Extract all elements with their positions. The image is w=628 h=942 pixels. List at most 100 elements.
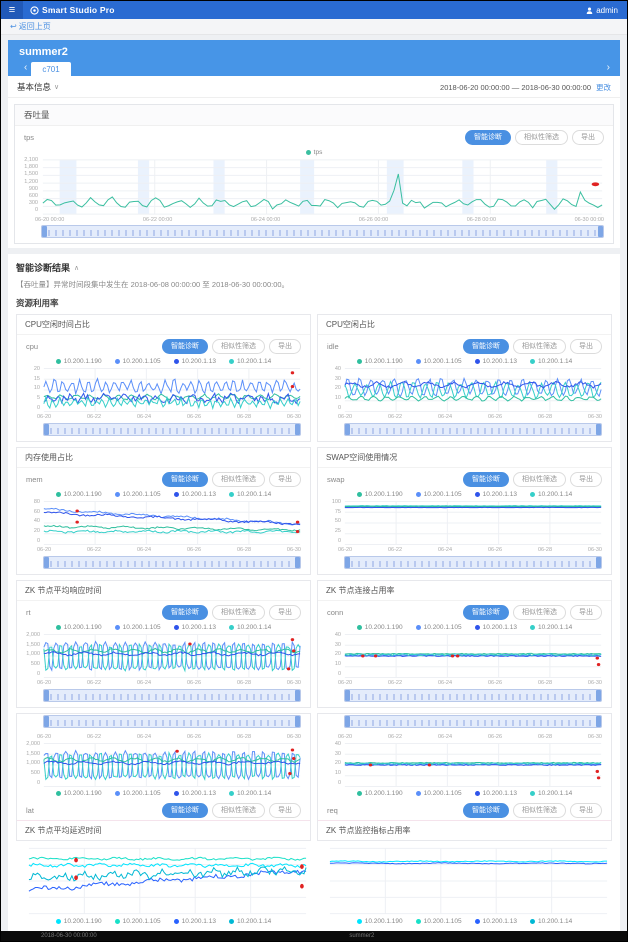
- legend-item[interactable]: 10.200.1.105: [416, 918, 462, 925]
- hamburger-menu-icon[interactable]: ≡: [1, 1, 23, 19]
- similarity-filter-button[interactable]: 相似性筛选: [212, 339, 265, 354]
- slider-left-handle[interactable]: [345, 557, 350, 568]
- datazoom-slider[interactable]: [344, 715, 602, 728]
- chart-legend[interactable]: 10.200.1.19010.200.1.10510.200.1.1310.20…: [318, 356, 611, 367]
- similarity-filter-button[interactable]: 相似性筛选: [212, 605, 265, 620]
- chart-legend[interactable]: 10.200.1.190 10.200.1.105 10.200.1.13 10.20…: [17, 356, 310, 367]
- chart-canvas[interactable]: [43, 500, 301, 546]
- change-range-link[interactable]: 更改: [596, 82, 611, 93]
- legend-item[interactable]: 10.200.1.13: [475, 918, 517, 925]
- similarity-filter-button[interactable]: 相似性筛选: [513, 803, 566, 818]
- line-chart[interactable]: [43, 633, 301, 679]
- legend-item[interactable]: 10.200.1.14: [229, 790, 271, 797]
- legend-item[interactable]: 10.200.1.105: [115, 491, 161, 498]
- line-chart[interactable]: [43, 742, 301, 788]
- legend-item[interactable]: 10.200.1.14: [530, 358, 572, 365]
- slider-left-handle[interactable]: [345, 716, 350, 727]
- chart-legend[interactable]: 10.200.1.19010.200.1.10510.200.1.1310.20…: [16, 916, 311, 927]
- line-chart[interactable]: [344, 742, 602, 788]
- export-button[interactable]: 导出: [269, 472, 301, 487]
- chart-legend[interactable]: 10.200.1.19010.200.1.10510.200.1.1310.20…: [17, 788, 310, 799]
- slider-left-handle[interactable]: [42, 226, 47, 237]
- line-chart[interactable]: [329, 846, 608, 916]
- datazoom-slider[interactable]: [41, 225, 604, 238]
- legend-item[interactable]: 10.200.1.14: [229, 358, 271, 365]
- smart-diagnose-button[interactable]: 智能诊断: [463, 803, 509, 818]
- chart-canvas[interactable]: [28, 846, 307, 916]
- collapse-icon[interactable]: ∧: [74, 264, 79, 272]
- legend-item[interactable]: 10.200.1.14: [530, 624, 572, 631]
- chart-canvas[interactable]: [43, 367, 301, 413]
- datazoom-slider[interactable]: [344, 556, 602, 569]
- legend-item[interactable]: 10.200.1.14: [229, 624, 271, 631]
- throughput-line-chart[interactable]: [41, 158, 604, 216]
- user-menu[interactable]: admin: [586, 6, 618, 15]
- legend-item[interactable]: 10.200.1.105: [416, 624, 462, 631]
- chart-canvas[interactable]: [344, 367, 602, 413]
- slider-right-handle[interactable]: [295, 716, 300, 727]
- tab-next-icon[interactable]: ›: [607, 62, 610, 73]
- export-button[interactable]: 导出: [269, 803, 301, 818]
- line-chart[interactable]: [28, 846, 307, 916]
- legend-item[interactable]: 10.200.1.105: [115, 624, 161, 631]
- export-button[interactable]: 导出: [570, 339, 602, 354]
- smart-diagnose-button[interactable]: 智能诊断: [162, 472, 208, 487]
- legend-item[interactable]: 10.200.1.190: [56, 491, 102, 498]
- export-button[interactable]: 导出: [269, 605, 301, 620]
- chart-legend[interactable]: tps: [15, 147, 613, 158]
- chart-legend[interactable]: 10.200.1.19010.200.1.10510.200.1.1310.20…: [318, 788, 611, 799]
- similarity-filter-button[interactable]: 相似性筛选: [513, 605, 566, 620]
- datazoom-slider[interactable]: [43, 423, 301, 436]
- slider-left-handle[interactable]: [44, 424, 49, 435]
- legend-item[interactable]: 10.200.1.13: [174, 358, 216, 365]
- legend-item[interactable]: 10.200.1.13: [174, 491, 216, 498]
- chart-canvas[interactable]: [344, 500, 602, 546]
- legend-item[interactable]: 10.200.1.13: [475, 790, 517, 797]
- legend-item[interactable]: 10.200.1.14: [530, 491, 572, 498]
- legend-item[interactable]: 10.200.1.105: [416, 491, 462, 498]
- legend-item[interactable]: 10.200.1.190: [357, 491, 403, 498]
- legend-item[interactable]: 10.200.1.190: [357, 624, 403, 631]
- legend-item[interactable]: 10.200.1.105: [115, 790, 161, 797]
- slider-right-handle[interactable]: [596, 716, 601, 727]
- legend-item[interactable]: 10.200.1.105: [115, 358, 161, 365]
- chart-legend[interactable]: 10.200.1.190 10.200.1.105 10.200.1.13 10.20…: [318, 622, 611, 633]
- line-chart[interactable]: [43, 367, 301, 413]
- smart-diagnose-button[interactable]: 智能诊断: [465, 130, 511, 145]
- legend-item[interactable]: 10.200.1.190: [56, 624, 102, 631]
- basic-info-label[interactable]: 基本信息: [17, 81, 51, 93]
- smart-diagnose-button[interactable]: 智能诊断: [162, 803, 208, 818]
- chart-canvas[interactable]: [344, 742, 602, 788]
- datazoom-slider[interactable]: [43, 556, 301, 569]
- datazoom-slider[interactable]: [43, 715, 301, 728]
- legend-item[interactable]: 10.200.1.13: [174, 790, 216, 797]
- legend-item[interactable]: 10.200.1.13: [475, 358, 517, 365]
- chart-canvas[interactable]: [43, 742, 301, 788]
- chart-legend[interactable]: 10.200.1.190 10.200.1.105 10.200.1.13 10.20…: [318, 489, 611, 500]
- chart-canvas[interactable]: [329, 846, 608, 916]
- back-link[interactable]: ↩ 返回上页: [10, 21, 51, 32]
- legend-item[interactable]: 10.200.1.190: [56, 918, 102, 925]
- legend-item[interactable]: 10.200.1.190: [357, 918, 403, 925]
- chart-legend[interactable]: 10.200.1.19010.200.1.10510.200.1.1310.20…: [17, 622, 310, 633]
- similarity-filter-button[interactable]: 相似性筛选: [513, 472, 566, 487]
- legend-item[interactable]: 10.200.1.190: [357, 790, 403, 797]
- slider-right-handle[interactable]: [596, 424, 601, 435]
- chevron-down-icon[interactable]: ∨: [54, 83, 59, 91]
- export-button[interactable]: 导出: [570, 605, 602, 620]
- similarity-filter-button[interactable]: 相似性筛选: [513, 339, 566, 354]
- legend-item[interactable]: tps: [306, 149, 323, 156]
- line-chart[interactable]: [344, 633, 602, 679]
- legend-item[interactable]: 10.200.1.13: [475, 624, 517, 631]
- line-chart[interactable]: [344, 367, 602, 413]
- slider-right-handle[interactable]: [295, 557, 300, 568]
- smart-diagnose-button[interactable]: 智能诊断: [162, 339, 208, 354]
- slider-left-handle[interactable]: [345, 690, 350, 701]
- legend-item[interactable]: 10.200.1.190: [56, 358, 102, 365]
- smart-diagnose-button[interactable]: 智能诊断: [463, 339, 509, 354]
- datazoom-slider[interactable]: [43, 689, 301, 702]
- smart-diagnose-button[interactable]: 智能诊断: [463, 472, 509, 487]
- legend-item[interactable]: 10.200.1.13: [475, 491, 517, 498]
- legend-item[interactable]: 10.200.1.105: [416, 358, 462, 365]
- legend-item[interactable]: 10.200.1.105: [115, 918, 161, 925]
